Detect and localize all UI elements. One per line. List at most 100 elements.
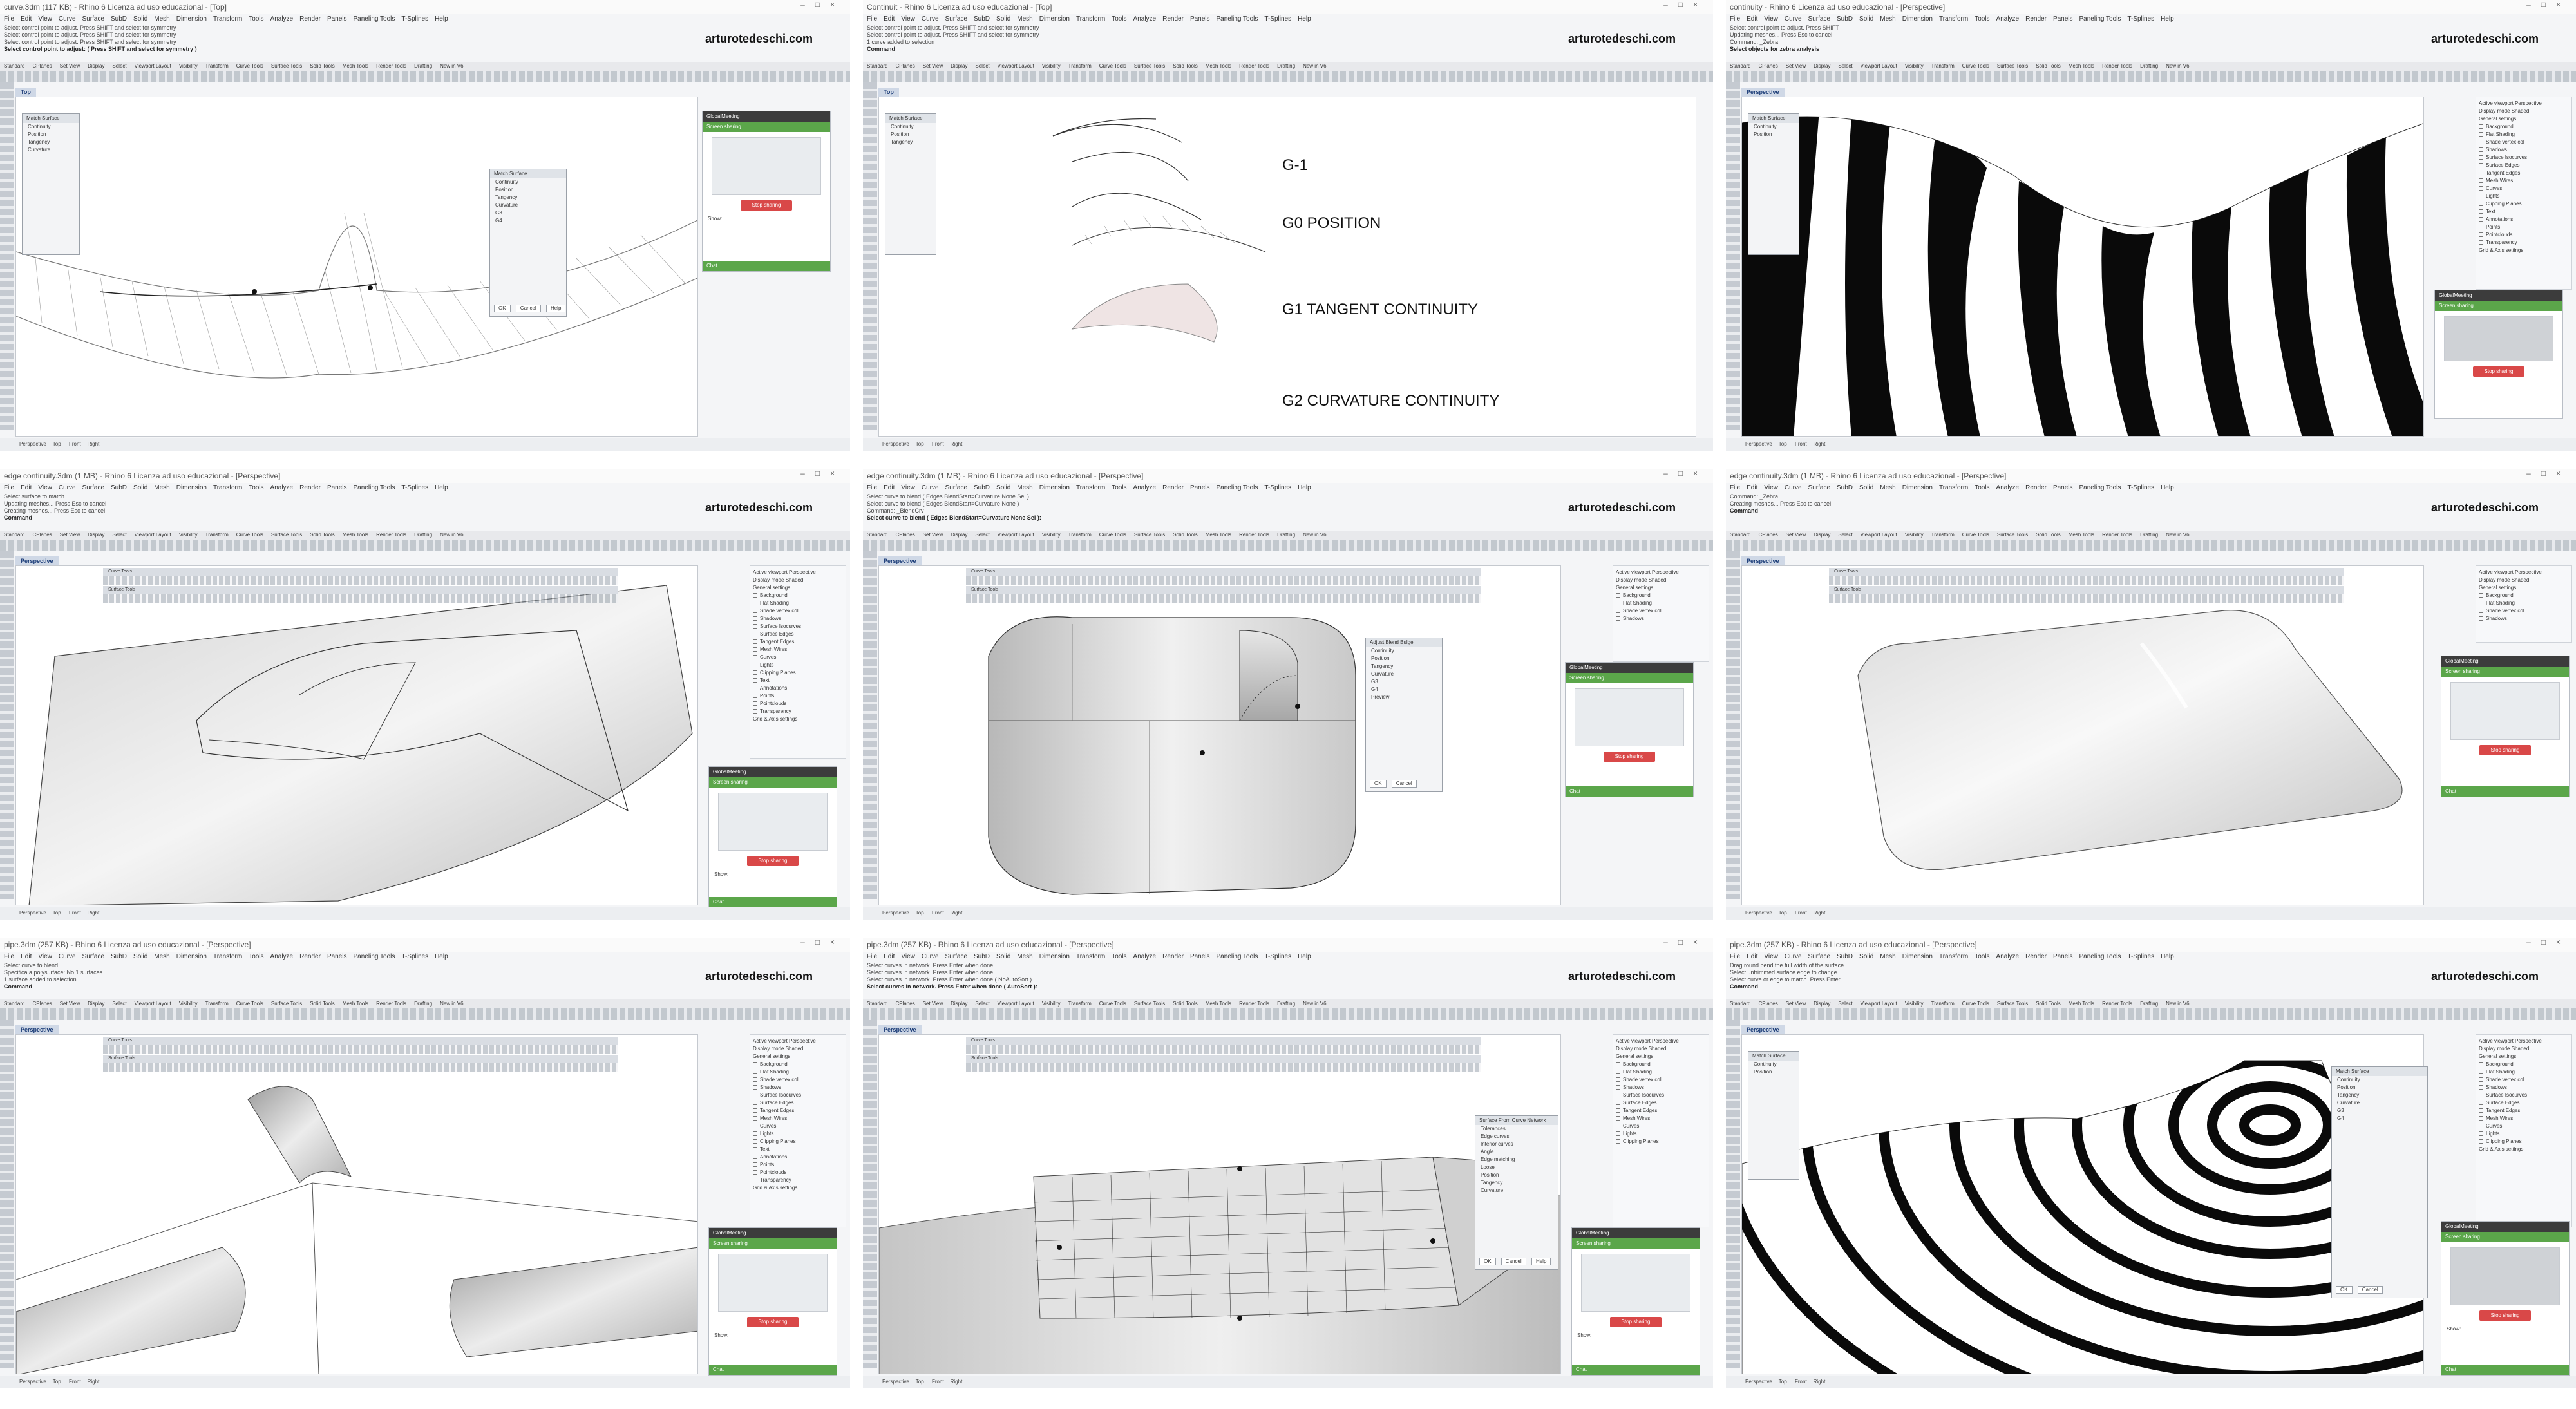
curvature-graph-panel[interactable]: Match Surface Continuity Position Tangen… xyxy=(22,113,80,255)
menu-item-render[interactable]: Render xyxy=(2025,953,2047,960)
menu-item-panels[interactable]: Panels xyxy=(2053,484,2073,491)
tab-display[interactable]: Display xyxy=(951,532,967,538)
menu-item-t-splines[interactable]: T-Splines xyxy=(401,484,428,491)
tab-set-view[interactable]: Set View xyxy=(1786,1001,1806,1007)
properties-panel[interactable]: Active viewport Perspective Display mode… xyxy=(750,1034,846,1227)
curve-tools-toolbar[interactable]: Curve Tools xyxy=(966,1037,1481,1045)
curve-tools-toolbar[interactable]: Curve Tools xyxy=(103,1037,618,1045)
ok-button[interactable]: OK xyxy=(1370,780,1387,788)
menu-item-curve[interactable]: Curve xyxy=(922,953,939,960)
menu-item-file[interactable]: File xyxy=(4,953,14,960)
tab-select[interactable]: Select xyxy=(975,1001,989,1007)
tab-standard[interactable]: Standard xyxy=(867,63,887,69)
tab-new-in-v6[interactable]: New in V6 xyxy=(1303,532,1326,538)
menu-item-render[interactable]: Render xyxy=(2025,15,2047,23)
menu-item-analyze[interactable]: Analyze xyxy=(1133,953,1157,960)
tab-curve-tools[interactable]: Curve Tools xyxy=(236,63,263,69)
menu-item-t-splines[interactable]: T-Splines xyxy=(2127,15,2154,23)
tab-curve-tools[interactable]: Curve Tools xyxy=(1962,1001,1989,1007)
menu-item-tools[interactable]: Tools xyxy=(1975,15,1989,23)
viewport-tabs[interactable]: Perspective Top Front Right xyxy=(0,907,850,920)
menu-item-curve[interactable]: Curve xyxy=(922,15,939,23)
menu-item-tools[interactable]: Tools xyxy=(249,484,263,491)
tab-viewport-layout[interactable]: Viewport Layout xyxy=(135,63,171,69)
menu-item-edit[interactable]: Edit xyxy=(21,15,32,23)
menu-item-surface[interactable]: Surface xyxy=(945,15,967,23)
tab-mesh-tools[interactable]: Mesh Tools xyxy=(343,63,368,69)
tab-mesh-tools[interactable]: Mesh Tools xyxy=(2069,1001,2094,1007)
toolbar-tabs[interactable]: Standard CPlanes Set View Display Select View… xyxy=(863,62,1713,71)
surface-tools-toolbar[interactable]: Surface Tools xyxy=(103,1055,618,1063)
menu-item-paneling-tools[interactable]: Paneling Tools xyxy=(1217,484,1258,491)
menu-item-surface[interactable]: Surface xyxy=(945,484,967,491)
tab-standard[interactable]: Standard xyxy=(4,532,24,538)
tab-transform[interactable]: Transform xyxy=(205,63,229,69)
menu-item-curve[interactable]: Curve xyxy=(59,953,76,960)
viewport[interactable] xyxy=(15,97,698,437)
tab-curve-tools[interactable]: Curve Tools xyxy=(236,532,263,538)
tab-solid-tools[interactable]: Solid Tools xyxy=(310,63,335,69)
tab-surface-tools[interactable]: Surface Tools xyxy=(271,532,302,538)
menu-item-analyze[interactable]: Analyze xyxy=(270,15,294,23)
viewport-tabs[interactable]: Perspective Top Front Right xyxy=(863,907,1713,920)
menu-item-mesh[interactable]: Mesh xyxy=(1880,953,1895,960)
menu-item-view[interactable]: View xyxy=(1764,953,1778,960)
menu-item-mesh[interactable]: Mesh xyxy=(1017,15,1032,23)
menu-item-paneling-tools[interactable]: Paneling Tools xyxy=(2079,953,2121,960)
menu-item-solid[interactable]: Solid xyxy=(133,484,147,491)
menu-item-help[interactable]: Help xyxy=(2161,484,2174,491)
viewport-tabs[interactable]: Perspective Top Front Right xyxy=(1726,907,2576,920)
tab-solid-tools[interactable]: Solid Tools xyxy=(2036,63,2061,69)
menu-item-subd[interactable]: SubD xyxy=(974,953,990,960)
menu-item-file[interactable]: File xyxy=(867,484,877,491)
tab-set-view[interactable]: Set View xyxy=(1786,63,1806,69)
toolbar-icons[interactable] xyxy=(1726,71,2576,82)
window-controls[interactable]: –□× xyxy=(1663,938,1708,947)
tab-standard[interactable]: Standard xyxy=(1730,532,1750,538)
tab-new-in-v6[interactable]: New in V6 xyxy=(440,1001,463,1007)
menu-item-dimension[interactable]: Dimension xyxy=(1902,15,1933,23)
left-toolbar[interactable] xyxy=(1726,551,1740,899)
tab-curve-tools[interactable]: Curve Tools xyxy=(1099,63,1126,69)
menu-item-help[interactable]: Help xyxy=(1298,15,1311,23)
viewport[interactable] xyxy=(15,565,698,905)
tab-viewport-layout[interactable]: Viewport Layout xyxy=(1861,1001,1897,1007)
menu-item-file[interactable]: File xyxy=(4,15,14,23)
tab-surface-tools[interactable]: Surface Tools xyxy=(1997,532,2028,538)
menu-item-surface[interactable]: Surface xyxy=(1808,15,1830,23)
menu-item-solid[interactable]: Solid xyxy=(1859,953,1873,960)
left-toolbar[interactable] xyxy=(1726,82,1740,430)
menu-item-tools[interactable]: Tools xyxy=(1112,484,1126,491)
menu-item-t-splines[interactable]: T-Splines xyxy=(2127,953,2154,960)
left-toolbar[interactable] xyxy=(1726,1020,1740,1368)
menu-item-mesh[interactable]: Mesh xyxy=(154,484,169,491)
curve-tools-icons[interactable] xyxy=(966,576,1481,585)
menu-item-mesh[interactable]: Mesh xyxy=(1880,15,1895,23)
viewport-tab[interactable]: Perspective xyxy=(1741,88,1785,97)
menu-item-surface[interactable]: Surface xyxy=(945,953,967,960)
menu-item-transform[interactable]: Transform xyxy=(1939,953,1968,960)
tab-cplanes[interactable]: CPlanes xyxy=(895,63,914,69)
network-surface-dialog[interactable]: Surface From Curve Network Tolerances Ed… xyxy=(1475,1115,1558,1270)
toolbar-tabs[interactable]: Standard CPlanes Set View Display Select View… xyxy=(863,999,1713,1008)
menu-item-subd[interactable]: SubD xyxy=(974,484,990,491)
properties-panel[interactable]: Active viewport Perspective Display mode… xyxy=(2476,1034,2572,1227)
cancel-button[interactable]: Cancel xyxy=(2357,1286,2383,1294)
tab-new-in-v6[interactable]: New in V6 xyxy=(2166,63,2189,69)
tab-solid-tools[interactable]: Solid Tools xyxy=(1173,1001,1198,1007)
toolbar-tabs[interactable]: Standard CPlanes Set View Display Select View… xyxy=(863,531,1713,540)
menu-item-solid[interactable]: Solid xyxy=(996,953,1010,960)
menu-item-surface[interactable]: Surface xyxy=(82,484,104,491)
tab-mesh-tools[interactable]: Mesh Tools xyxy=(1206,63,1231,69)
tab-render-tools[interactable]: Render Tools xyxy=(376,532,406,538)
curve-tools-icons[interactable] xyxy=(966,1045,1481,1054)
ok-button[interactable]: OK xyxy=(1479,1258,1496,1265)
tab-solid-tools[interactable]: Solid Tools xyxy=(310,1001,335,1007)
menu-item-t-splines[interactable]: T-Splines xyxy=(1264,953,1291,960)
tab-visibility[interactable]: Visibility xyxy=(179,532,198,538)
menu-item-tools[interactable]: Tools xyxy=(1112,953,1126,960)
viewport-tab[interactable]: Perspective xyxy=(878,1025,922,1034)
menu-item-edit[interactable]: Edit xyxy=(21,484,32,491)
surface-tools-icons[interactable] xyxy=(966,1063,1481,1072)
tab-drafting[interactable]: Drafting xyxy=(2140,63,2158,69)
